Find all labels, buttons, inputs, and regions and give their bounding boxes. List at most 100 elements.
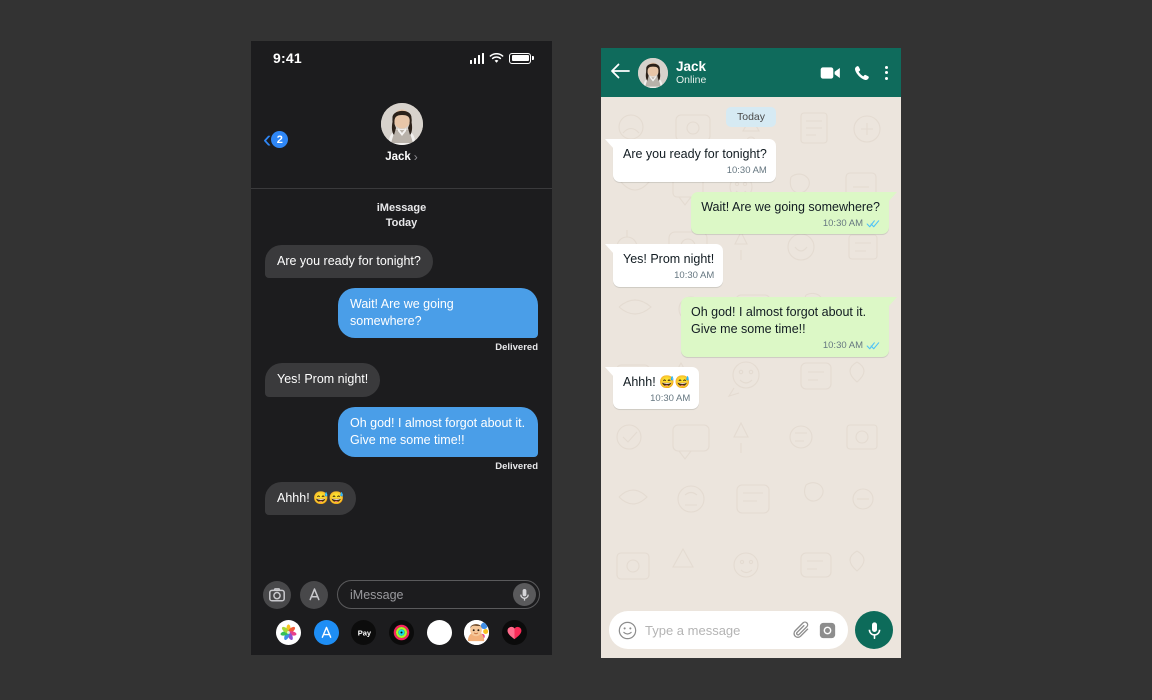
fitness-app-icon[interactable] (388, 620, 414, 645)
message-row: Are you ready for tonight? 10:30 AM (605, 139, 889, 182)
imessage-thread: iMessage Today Are you ready for tonight… (251, 189, 552, 574)
whatsapp-app-panel: Jack Online Today Are you ready for toni… (601, 48, 901, 658)
appstore-button[interactable] (300, 580, 328, 609)
cellular-signal-icon (469, 52, 485, 64)
message-bubble-incoming[interactable]: Are you ready for tonight? 10:30 AM (605, 139, 776, 182)
message-text: Are you ready for tonight? (623, 147, 767, 161)
whatsapp-composer: Type a message (601, 604, 901, 658)
message-row: Yes! Prom night! 10:30 AM (604, 244, 889, 288)
message-list: Today Are you ready for tonight? 10:30 A… (604, 107, 897, 419)
message-meta: 10:30 AM (691, 340, 880, 353)
message-bubble-outgoing[interactable]: Oh god! I almost forgot about it. Give m… (681, 297, 897, 357)
battery-icon (509, 52, 534, 64)
composer-row: iMessage (263, 580, 540, 609)
unread-badge: 2 (271, 131, 289, 148)
blank-app-icon[interactable] (426, 620, 452, 645)
message-timestamp: 10:30 AM (822, 217, 863, 229)
message-meta: 10:30 AM (623, 270, 714, 283)
message-text: Ahhh! 😅😅 (623, 374, 691, 389)
message-text: Wait! Are we going somewhere? (701, 199, 880, 214)
paperclip-icon[interactable] (793, 621, 811, 639)
imessage-app-panel: 9:41 ‹ 2 Jack › iMessage Today Are you r… (251, 41, 552, 655)
back-arrow-icon[interactable] (610, 63, 630, 83)
message-timestamp: 10:30 AM (822, 339, 863, 351)
voice-record-button[interactable] (855, 611, 893, 649)
emoji-smiley-icon[interactable] (618, 621, 637, 640)
wifi-icon (490, 52, 504, 63)
message-bubble-outgoing[interactable]: Wait! Are we going somewhere? 10:30 AM (691, 191, 897, 235)
contact-name: Jack (385, 151, 411, 163)
message-bubble-incoming[interactable]: Yes! Prom night! (259, 363, 381, 397)
whatsapp-thread: Today Are you ready for tonight? 10:30 A… (601, 97, 901, 604)
delivery-receipt: Delivered (495, 342, 538, 354)
contact-avatar[interactable] (380, 103, 423, 145)
camera-button[interactable] (263, 580, 291, 609)
message-row: Ahhh! 😅😅 (259, 482, 538, 516)
service-label: iMessage (376, 202, 427, 214)
microphone-icon (520, 588, 529, 601)
video-call-icon[interactable] (820, 66, 841, 80)
memoji-app-icon[interactable] (464, 620, 490, 645)
imessage-input-placeholder: iMessage (350, 587, 404, 602)
message-bubble-incoming[interactable]: Yes! Prom night! 10:30 AM (604, 244, 724, 288)
message-row: Oh god! I almost forgot about it. Give m… (265, 406, 543, 473)
message-row: Wait! Are we going somewhere? Delivered (265, 287, 543, 354)
header-actions (820, 64, 890, 82)
contact-info[interactable]: Jack Online (676, 59, 812, 87)
photos-app-icon[interactable] (276, 620, 301, 645)
whatsapp-header: Jack Online (601, 48, 901, 97)
microphone-icon (868, 621, 880, 639)
chevron-right-icon: › (413, 150, 418, 164)
delivery-receipt: Delivered (495, 461, 538, 473)
message-text: Yes! Prom night! (623, 252, 715, 267)
camera-icon (269, 587, 285, 602)
contact-header[interactable]: Jack › (380, 75, 423, 164)
message-timestamp: 10:30 AM (674, 270, 715, 282)
message-timestamp: 10:30 AM (650, 392, 691, 404)
message-bubble-incoming[interactable]: Ahhh! 😅😅 (259, 482, 357, 516)
message-row: Yes! Prom night! (259, 363, 538, 397)
message-text: Oh god! I almost forgot about it. Give m… (691, 305, 867, 336)
message-row: Ahhh! 😅😅 10:30 AM (604, 366, 889, 410)
contact-avatar[interactable] (638, 57, 668, 88)
message-bubble-incoming[interactable]: Are you ready for tonight? (260, 244, 433, 279)
contact-name-row: Jack › (385, 150, 418, 164)
phone-call-icon[interactable] (854, 65, 870, 81)
message-row: Wait! Are we going somewhere? 10:30 AM (613, 191, 897, 235)
message-meta: 10:30 AM (623, 165, 767, 178)
app-store-icon (308, 588, 320, 601)
ios-status-bar: 9:41 (251, 41, 552, 75)
back-button[interactable]: ‹ 2 (263, 125, 289, 153)
overflow-menu-icon[interactable] (883, 64, 890, 82)
imessage-nav-bar: ‹ 2 Jack › (251, 75, 552, 189)
imessage-composer: iMessage Pay (251, 574, 552, 655)
message-input-placeholder: Type a message (645, 622, 741, 638)
presence-status: Online (676, 74, 707, 87)
day-label: Today (385, 216, 418, 229)
read-receipt-double-check-icon (866, 218, 880, 231)
apple-pay-app-icon[interactable]: Pay (351, 620, 377, 645)
back-chevron-icon: ‹ (263, 125, 272, 153)
imessage-app-drawer: Pay (263, 609, 540, 645)
screenshot-canvas: 9:41 ‹ 2 Jack › iMessage Today Are you r… (0, 0, 1152, 700)
message-bubble-outgoing[interactable]: Oh god! I almost forgot about it. Give m… (338, 406, 543, 458)
message-meta: 10:30 AM (701, 218, 880, 231)
day-divider-pill: Today (725, 107, 777, 127)
message-bubble-incoming[interactable]: Ahhh! 😅😅 10:30 AM (604, 366, 700, 410)
svg-text:Pay: Pay (358, 629, 372, 638)
message-meta: 10:30 AM (623, 393, 690, 406)
message-row: Oh god! I almost forgot about it. Give m… (613, 297, 897, 357)
dictation-button[interactable] (513, 583, 536, 606)
app-store-app-icon[interactable] (313, 620, 339, 645)
camera-icon[interactable] (819, 622, 836, 639)
message-row: Are you ready for tonight? (260, 244, 538, 279)
status-bar-indicators (469, 52, 534, 64)
read-receipt-double-check-icon (866, 340, 880, 353)
message-timestamp: 10:30 AM (726, 164, 767, 176)
message-bubble-outgoing[interactable]: Wait! Are we going somewhere? (338, 287, 543, 339)
health-app-icon[interactable] (501, 620, 527, 645)
imessage-input[interactable]: iMessage (337, 580, 540, 609)
thread-day-divider: iMessage Today (265, 201, 538, 231)
status-bar-clock: 9:41 (273, 50, 302, 66)
message-input[interactable]: Type a message (609, 611, 848, 649)
